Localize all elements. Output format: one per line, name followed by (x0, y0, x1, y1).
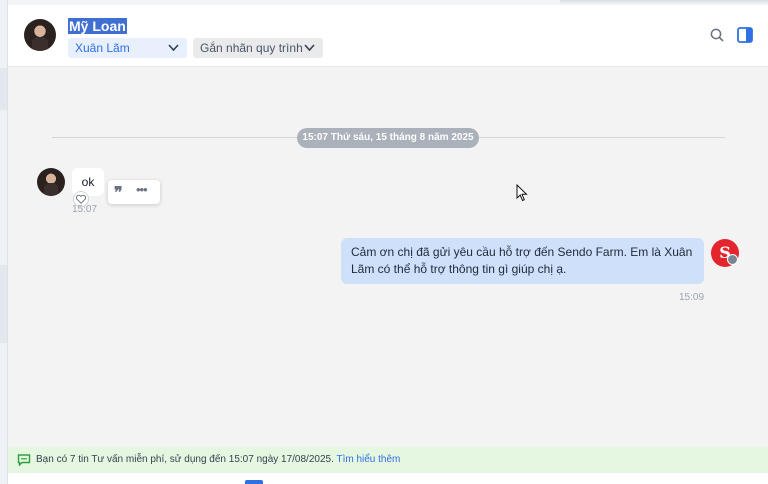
contact-avatar[interactable] (24, 19, 56, 51)
incoming-time: 15:07 (72, 204, 98, 215)
outgoing-time: 15:09 (679, 292, 705, 303)
contact-name[interactable]: Mỹ Loan (68, 18, 127, 34)
chevron-down-icon (168, 38, 179, 65)
more-icon[interactable]: ••• (136, 182, 148, 197)
sidebar-edge-highlight (0, 265, 7, 343)
message-hover-toolbar: ❞ ••• (108, 180, 160, 204)
tag-workflow-label: Gắn nhãn quy trình (200, 41, 303, 55)
quote-icon[interactable]: ❞ (114, 185, 123, 201)
outgoing-message[interactable]: Cảm ơn chị đã gửi yêu cầu hỗ trợ đến Sen… (341, 238, 704, 284)
date-separator: 15:07 Thứ sáu, 15 tháng 8 năm 2025 (297, 128, 479, 148)
assignee-dropdown[interactable]: Xuân Lãm (68, 38, 187, 58)
mouse-cursor-icon (516, 184, 528, 202)
sidebar-edge-highlight (0, 68, 7, 110)
panel-toggle-icon[interactable] (737, 27, 753, 43)
search-icon[interactable] (710, 28, 724, 42)
tag-workflow-dropdown[interactable]: Gắn nhãn quy trình (193, 38, 323, 58)
assignee-label: Xuân Lãm (75, 41, 130, 55)
chat-bubble-icon (17, 454, 31, 466)
chat-area[interactable]: 15:07 Thứ sáu, 15 tháng 8 năm 2025 ok 15… (8, 67, 768, 447)
notice-text-wrap: Bạn có 7 tin Tư vấn miễn phí, sử dụng đế… (36, 447, 400, 473)
contact-message-avatar[interactable] (37, 168, 65, 196)
composer-indicator[interactable] (245, 480, 263, 484)
channel-badge-icon (727, 254, 738, 265)
conversation-header: Mỹ Loan Xuân Lãm Gắn nhãn quy trình (8, 5, 768, 67)
notice-text: Bạn có 7 tin Tư vấn miễn phí, sử dụng đế… (36, 454, 334, 465)
chevron-down-icon (304, 38, 315, 65)
composer-edge (8, 473, 768, 484)
left-sidebar-edge (0, 0, 8, 484)
learn-more-link[interactable]: Tìm hiểu thêm (336, 454, 400, 465)
top-shadow (560, 0, 768, 4)
free-consult-notice: Bạn có 7 tin Tư vấn miễn phí, sử dụng đế… (8, 447, 768, 473)
